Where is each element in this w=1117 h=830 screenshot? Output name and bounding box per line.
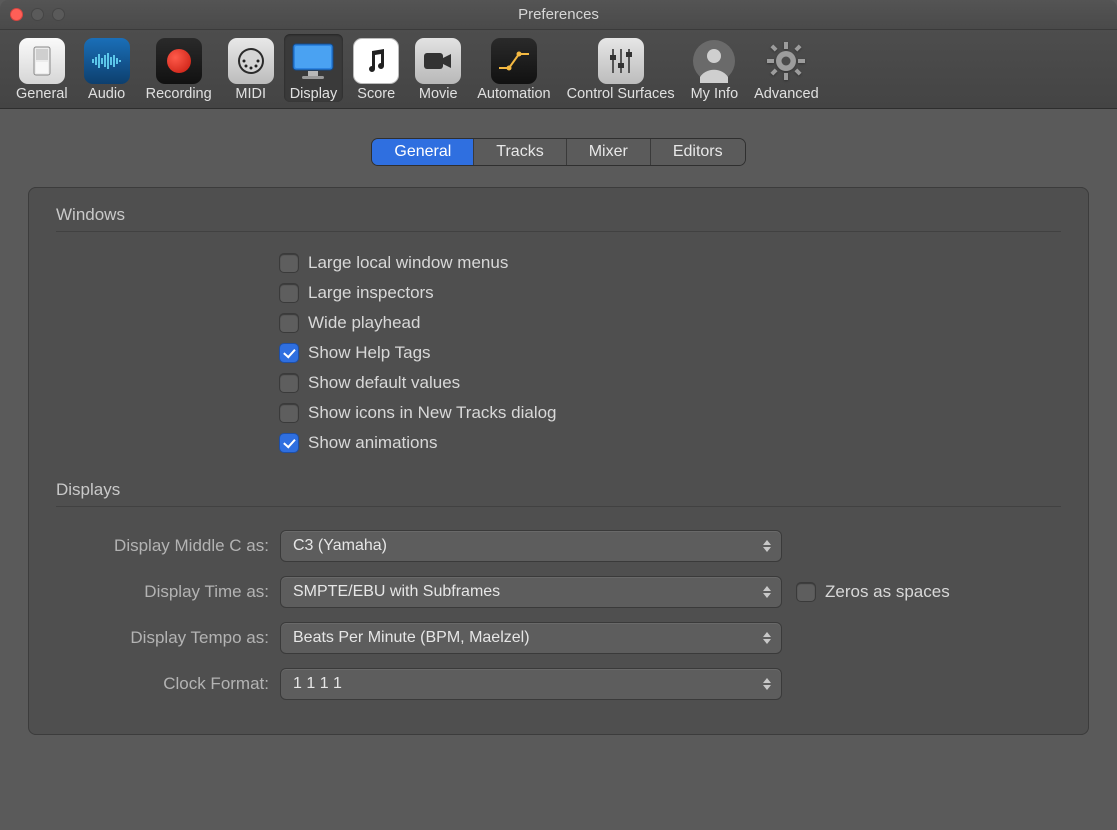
window-title: Preferences [0,6,1117,23]
toolbar-label: MIDI [235,86,266,102]
toolbar-score[interactable]: Score [347,34,405,102]
toolbar-general[interactable]: General [10,34,74,102]
toolbar-label: Audio [88,86,125,102]
updown-arrows-icon [759,674,775,694]
subtab-editors[interactable]: Editors [651,139,745,165]
checkbox-label: Large local window menus [308,253,508,273]
checkbox-label: Wide playhead [308,313,420,333]
switch-icon [19,38,65,84]
checkbox-label: Show default values [308,373,460,393]
select-value: Beats Per Minute (BPM, Maelzel) [293,629,530,647]
checkbox-label: Show animations [308,433,437,453]
content-area: General Tracks Mixer Editors Windows Lar… [0,109,1117,765]
toolbar-label: General [16,86,68,102]
toolbar-recording[interactable]: Recording [140,34,218,102]
divider [56,231,1061,232]
select-value: 1 1 1 1 [293,675,342,693]
updown-arrows-icon [759,536,775,556]
updown-arrows-icon [759,582,775,602]
checkbox-label: Large inspectors [308,283,434,303]
label-display-time: Display Time as: [56,582,281,602]
checkbox-zeros-as-spaces[interactable] [797,583,815,601]
zoom-window-button[interactable] [52,8,65,21]
checkbox-label: Show Help Tags [308,343,431,363]
checkbox-show-default-values[interactable] [280,374,298,392]
toolbar-label: Recording [146,86,212,102]
select-value: C3 (Yamaha) [293,537,387,555]
toolbar-label: Advanced [754,86,819,102]
section-displays-title: Displays [56,480,1061,500]
camera-icon [415,38,461,84]
label-display-middle-c: Display Middle C as: [56,536,281,556]
select-display-time[interactable]: SMPTE/EBU with Subframes [281,577,781,607]
divider [56,506,1061,507]
select-value: SMPTE/EBU with Subframes [293,583,500,601]
toolbar-my-info[interactable]: My Info [685,34,745,102]
midi-port-icon [228,38,274,84]
toolbar-label: Movie [419,86,458,102]
person-icon [691,38,737,84]
settings-panel: Windows Large local window menus Large i… [28,187,1089,735]
toolbar-control-surfaces[interactable]: Control Surfaces [561,34,681,102]
subtab-mixer[interactable]: Mixer [567,139,651,165]
toolbar-label: My Info [691,86,739,102]
waveform-icon [84,38,130,84]
checkbox-wide-playhead[interactable] [280,314,298,332]
gear-icon [763,38,809,84]
select-display-tempo[interactable]: Beats Per Minute (BPM, Maelzel) [281,623,781,653]
faders-icon [598,38,644,84]
label-display-tempo: Display Tempo as: [56,628,281,648]
music-notes-icon [353,38,399,84]
toolbar-automation[interactable]: Automation [471,34,556,102]
select-clock-format[interactable]: 1 1 1 1 [281,669,781,699]
checkbox-show-animations[interactable] [280,434,298,452]
updown-arrows-icon [759,628,775,648]
automation-curve-icon [491,38,537,84]
label-clock-format: Clock Format: [56,674,281,694]
titlebar: Preferences [0,0,1117,30]
toolbar-label: Score [357,86,395,102]
checkbox-large-local-window-menus[interactable] [280,254,298,272]
toolbar-label: Automation [477,86,550,102]
subtab-tracks[interactable]: Tracks [474,139,566,165]
toolbar-label: Control Surfaces [567,86,675,102]
toolbar-midi[interactable]: MIDI [222,34,280,102]
toolbar-display[interactable]: Display [284,34,344,102]
checkbox-large-inspectors[interactable] [280,284,298,302]
toolbar-audio[interactable]: Audio [78,34,136,102]
select-display-middle-c[interactable]: C3 (Yamaha) [281,531,781,561]
monitor-icon [290,38,336,84]
record-icon [156,38,202,84]
toolbar-label: Display [290,86,338,102]
preferences-toolbar: General Audio Recording MIDI Display Sco… [0,30,1117,109]
toolbar-advanced[interactable]: Advanced [748,34,825,102]
display-subtabs: General Tracks Mixer Editors [28,139,1089,165]
toolbar-movie[interactable]: Movie [409,34,467,102]
checkbox-show-help-tags[interactable] [280,344,298,362]
checkbox-show-icons-new-tracks[interactable] [280,404,298,422]
close-window-button[interactable] [10,8,23,21]
traffic-lights [10,8,65,21]
checkbox-label: Zeros as spaces [825,582,950,602]
minimize-window-button[interactable] [31,8,44,21]
checkbox-label: Show icons in New Tracks dialog [308,403,557,423]
section-windows-title: Windows [56,205,1061,225]
subtab-general[interactable]: General [372,139,474,165]
